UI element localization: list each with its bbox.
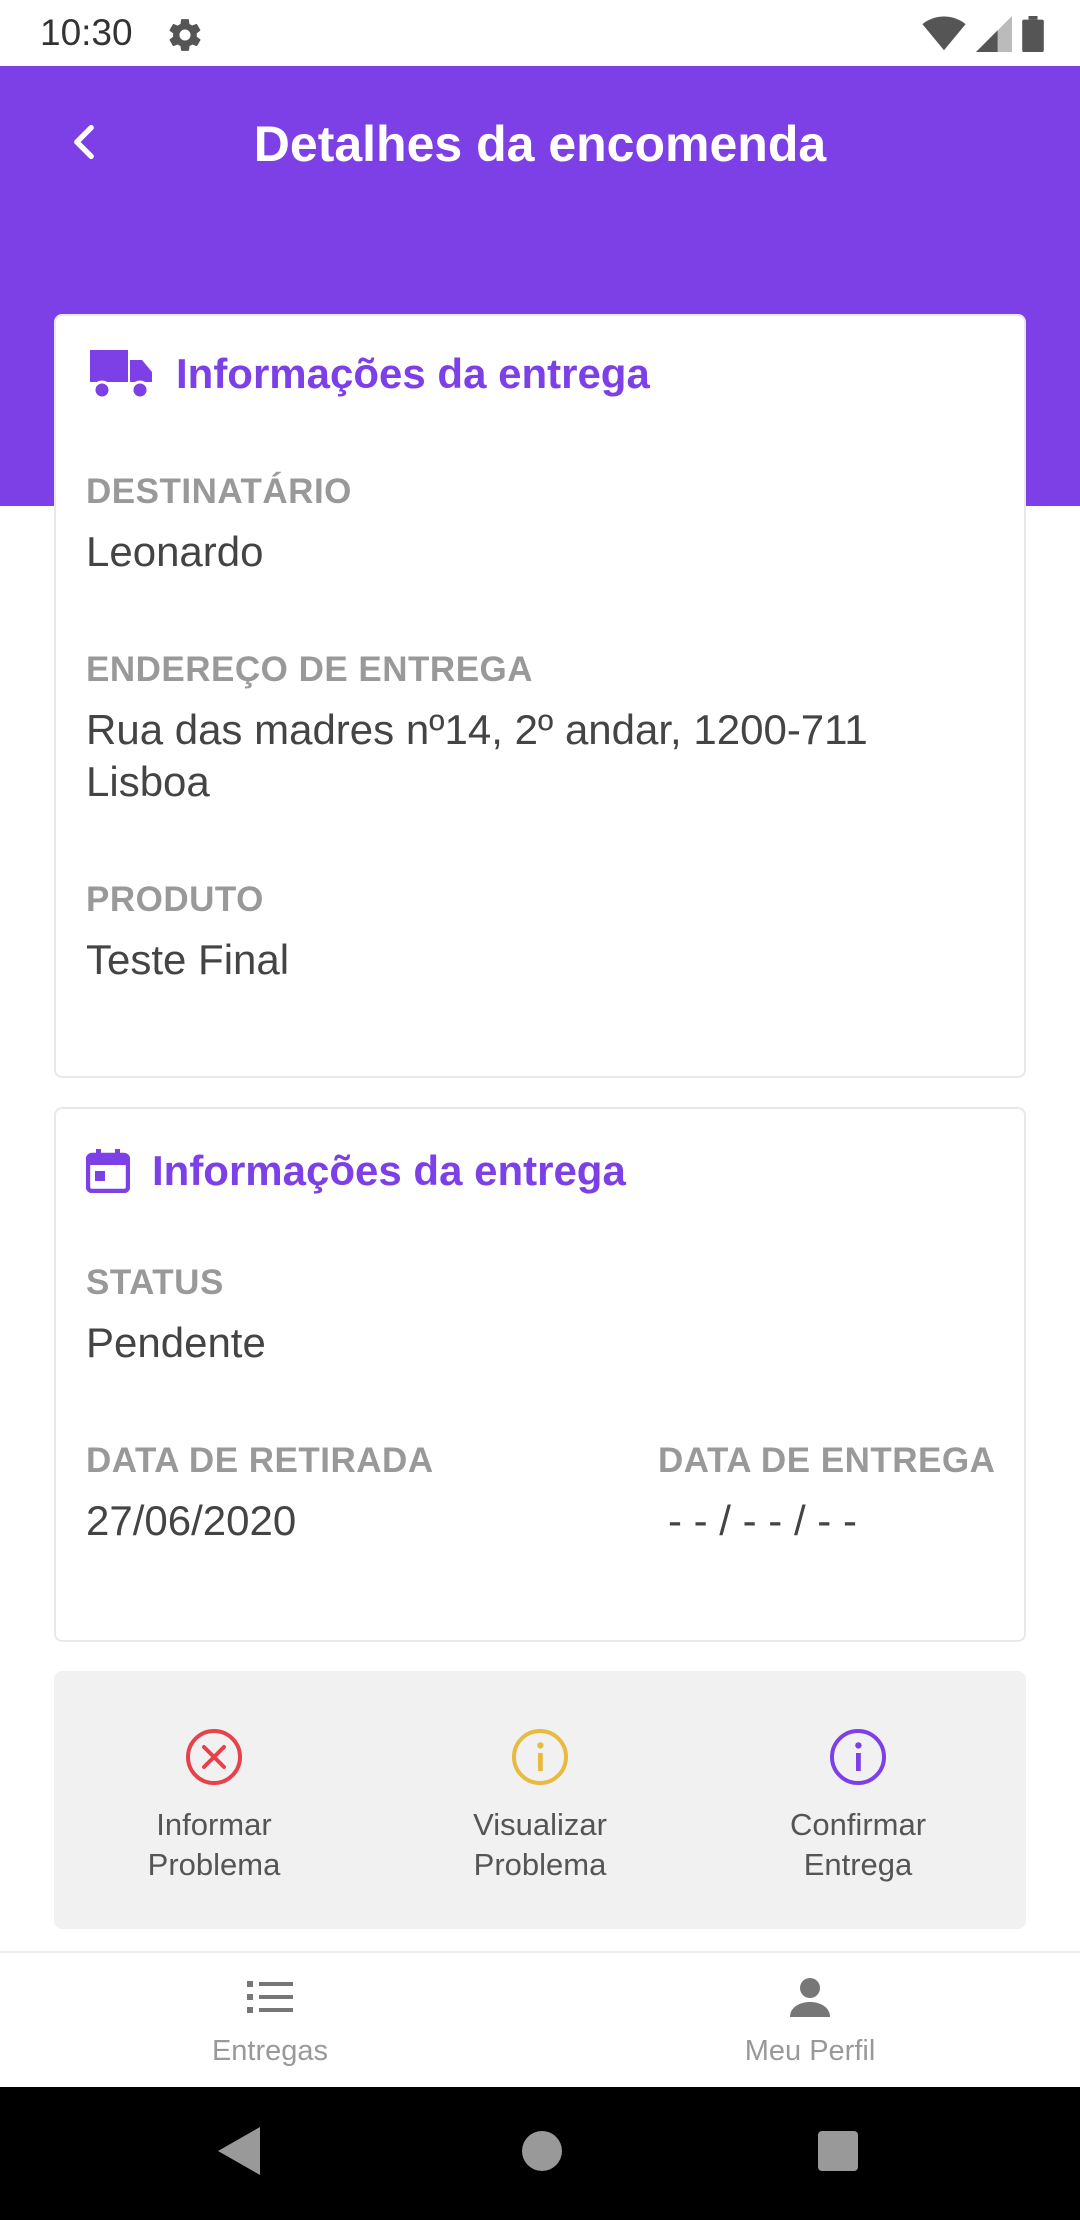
page-title: Detalhes da encomenda (253, 116, 827, 172)
address-label: ENDEREÇO DE ENTREGA (86, 650, 534, 689)
calendar-icon (86, 1149, 130, 1193)
pickup-date-label: DATA DE RETIRADA (86, 1441, 434, 1480)
confirm-delivery-button[interactable]: Confirmar Entrega (698, 1727, 1018, 1885)
wifi-icon (922, 16, 966, 51)
person-icon (790, 1978, 830, 2017)
status-bar: 10:30 (0, 0, 1080, 66)
address-field: ENDEREÇO DE ENTREGA Rua das madres nº14,… (86, 650, 986, 808)
recents-square-icon[interactable] (816, 2127, 860, 2175)
card-header: Informações da entrega (86, 1147, 626, 1195)
status-time: 10:30 (40, 12, 133, 53)
recipient-field: DESTINATÁRIO Leonardo (86, 472, 986, 578)
battery-icon (1022, 16, 1044, 52)
tab-label: Meu Perfil (744, 2035, 876, 2067)
truck-icon (90, 350, 152, 400)
status-value: Pendente (86, 1319, 266, 1366)
action-label: Visualizar Problema (473, 1807, 607, 1882)
list-icon (247, 1981, 293, 2013)
card-header: Informações da entrega (86, 346, 650, 402)
delivery-date-label: DATA DE ENTREGA (658, 1441, 996, 1480)
action-label: Confirmar Entrega (789, 1807, 927, 1882)
pickup-date-field: DATA DE RETIRADA 27/06/2020 (86, 1441, 466, 1547)
recipient-label: DESTINATÁRIO (86, 472, 352, 511)
info-circle-icon (830, 1729, 886, 1785)
info-circle-icon (512, 1729, 568, 1785)
address-value: Rua das madres nº14, 2º andar, 1200-711 … (86, 706, 868, 805)
signal-icon (976, 16, 1012, 52)
product-field: PRODUTO Teste Final (86, 880, 986, 986)
status-icons (922, 16, 1044, 52)
delivery-date-value: - - / - - / - - (668, 1497, 857, 1544)
tab-entregas[interactable]: Entregas (120, 1977, 420, 2068)
product-label: PRODUTO (86, 880, 264, 919)
system-nav-bar (0, 2087, 1080, 2220)
status-info-card: Informações da entrega STATUS Pendente D… (54, 1107, 1026, 1642)
card-title: Informações da entrega (152, 1147, 626, 1194)
actions-panel: Informar Problema Visualizar Problema Co… (54, 1671, 1026, 1929)
back-triangle-icon[interactable] (218, 2127, 260, 2175)
product-value: Teste Final (86, 936, 290, 983)
report-problem-button[interactable]: Informar Problema (54, 1727, 374, 1885)
recipient-value: Leonardo (86, 528, 264, 575)
home-circle-icon[interactable] (520, 2127, 564, 2175)
pickup-date-value: 27/06/2020 (86, 1497, 297, 1544)
delivery-info-card: Informações da entrega DESTINATÁRIO Leon… (54, 314, 1026, 1078)
tab-label: Entregas (211, 2035, 329, 2067)
action-label: Informar Problema (147, 1807, 281, 1882)
view-problem-button[interactable]: Visualizar Problema (380, 1727, 700, 1885)
delivery-date-field: DATA DE ENTREGA - - / - - / - - (658, 1441, 998, 1547)
card-title: Informações da entrega (176, 350, 650, 397)
status-label: STATUS (86, 1263, 224, 1302)
tab-meu-perfil[interactable]: Meu Perfil (660, 1977, 960, 2068)
settings-gear-icon (169, 19, 201, 51)
close-circle-icon (186, 1729, 242, 1785)
status-field: STATUS Pendente (86, 1263, 986, 1369)
tab-bar: Entregas Meu Perfil (0, 1951, 1080, 2087)
